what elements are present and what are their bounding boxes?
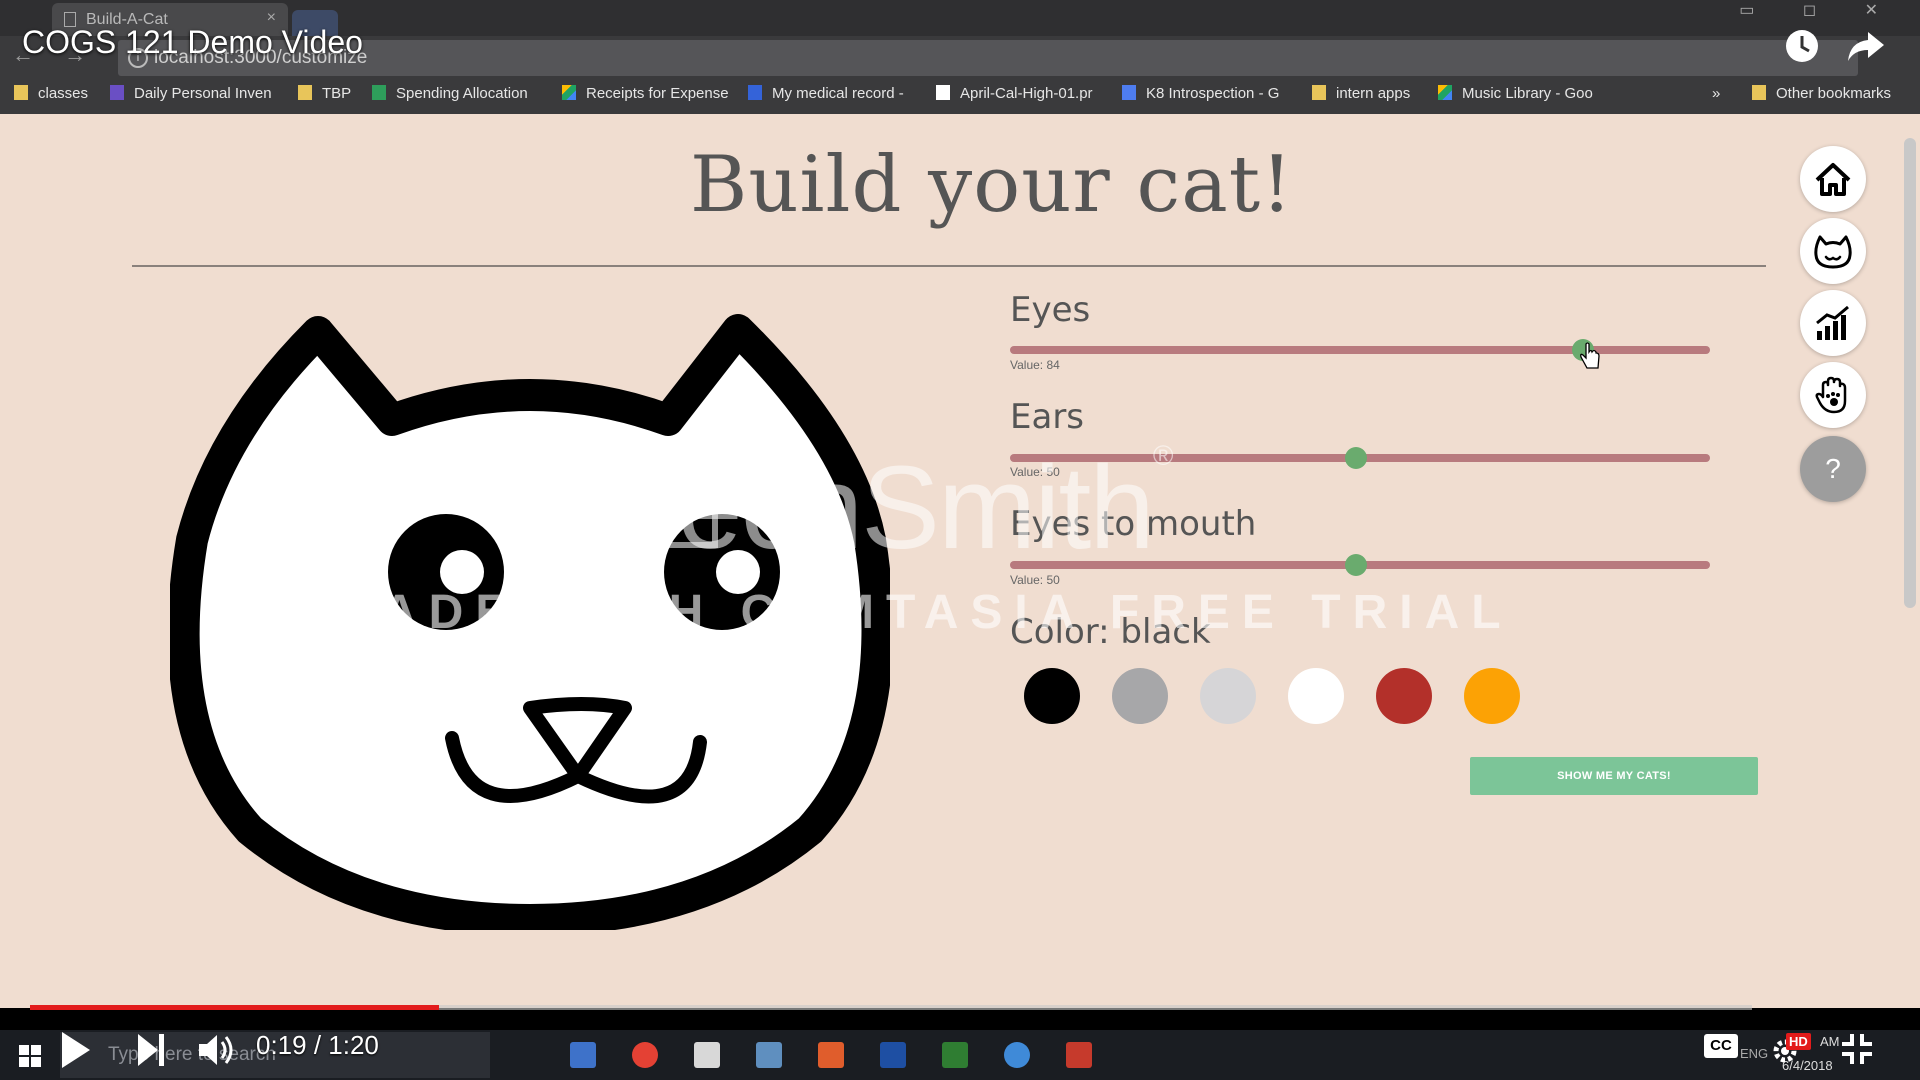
- paw-hand-icon: [1815, 376, 1847, 414]
- slider-track-eyes[interactable]: [1010, 346, 1710, 354]
- hand-cursor-icon: [1580, 342, 1600, 369]
- color-swatch-orange[interactable]: [1464, 668, 1520, 724]
- bookmark-item[interactable]: classes: [14, 85, 88, 105]
- volume-icon[interactable]: [196, 1030, 236, 1070]
- video-progress-played[interactable]: [30, 1005, 439, 1010]
- bookmark-item[interactable]: Receipts for Expense: [562, 85, 729, 105]
- folder-icon: [14, 85, 28, 100]
- other-bookmarks[interactable]: Other bookmarks: [1752, 85, 1891, 105]
- camtasia-icon[interactable]: [942, 1042, 968, 1068]
- next-video-icon[interactable]: [136, 1032, 166, 1068]
- watch-later-icon[interactable]: [1784, 28, 1820, 64]
- photoshop-elements-icon[interactable]: [880, 1042, 906, 1068]
- help-button[interactable]: ?: [1800, 436, 1866, 502]
- video-title[interactable]: COGS 121 Demo Video: [22, 24, 363, 61]
- address-bar[interactable]: i localhost:3000/customize: [118, 40, 1858, 76]
- bookmark-item[interactable]: My medical record -: [748, 85, 904, 105]
- folder-icon: [1752, 85, 1766, 100]
- chart-icon: [1816, 305, 1849, 340]
- folder-icon: [298, 85, 312, 100]
- bookmarks-bar: classes Daily Personal Inven TBP Spendin…: [0, 76, 1920, 114]
- hd-badge: HD: [1786, 1033, 1811, 1050]
- bookmark-item[interactable]: Spending Allocation: [372, 85, 528, 105]
- slider-label-ears: Ears: [1010, 397, 1085, 437]
- scrollbar-thumb[interactable]: [1904, 138, 1916, 608]
- bookmark-item[interactable]: April-Cal-High-01.pr: [936, 85, 1093, 105]
- nav-cat-button[interactable]: [1800, 218, 1866, 284]
- camtasia-recorder-icon[interactable]: [1066, 1042, 1092, 1068]
- color-swatch-light-gray[interactable]: [1200, 668, 1256, 724]
- slider-value-eyes: Value: 84: [1010, 358, 1060, 372]
- bookmark-item[interactable]: Music Library - Goo: [1438, 85, 1593, 105]
- slider-knob-ears[interactable]: [1345, 447, 1367, 469]
- window-controls[interactable]: ▭ ◻ ✕: [1739, 0, 1900, 20]
- title-divider: [132, 265, 1766, 267]
- watermark-brand: TechSmith®: [620, 440, 1173, 574]
- home-icon: [1815, 163, 1851, 196]
- explorer-icon[interactable]: [570, 1042, 596, 1068]
- show-my-cats-button[interactable]: SHOW ME MY CATS!: [1470, 757, 1758, 795]
- color-swatch-red[interactable]: [1376, 668, 1432, 724]
- play-icon[interactable]: [58, 1030, 92, 1070]
- watermark-line: MADE WITH CAMTASIA FREE TRIAL: [330, 586, 1513, 639]
- bookmark-item[interactable]: TBP: [298, 85, 351, 105]
- fullscreen-exit-icon[interactable]: [1840, 1032, 1874, 1066]
- list-icon: [110, 85, 124, 100]
- cat-face-icon: [1814, 235, 1852, 269]
- video-time: 0:19 / 1:20: [256, 1030, 379, 1060]
- chrome-icon[interactable]: [632, 1042, 658, 1068]
- search-app-icon[interactable]: [1004, 1042, 1030, 1068]
- color-swatch-black[interactable]: [1024, 668, 1080, 724]
- color-swatch-white[interactable]: [1288, 668, 1344, 724]
- windows-start-icon[interactable]: [18, 1044, 42, 1068]
- clock-ampm[interactable]: AM: [1820, 1034, 1840, 1049]
- slider-knob-eyes-to-mouth[interactable]: [1345, 554, 1367, 576]
- taskbar-search-placeholder: Type here to search: [108, 1044, 276, 1065]
- notes-icon[interactable]: [694, 1042, 720, 1068]
- git-icon[interactable]: [818, 1042, 844, 1068]
- bookmarks-overflow[interactable]: »: [1712, 85, 1720, 105]
- bookmark-item[interactable]: Daily Personal Inven: [110, 85, 272, 105]
- app-icon[interactable]: [756, 1042, 782, 1068]
- drive-icon: [562, 85, 576, 100]
- docs-icon: [1122, 85, 1136, 100]
- bookmark-item[interactable]: K8 Introspection - G: [1122, 85, 1279, 105]
- captions-icon[interactable]: CC: [1704, 1034, 1738, 1058]
- nav-paw-button[interactable]: [1800, 362, 1866, 428]
- medical-icon: [748, 85, 762, 100]
- slider-label-eyes: Eyes: [1010, 290, 1091, 330]
- nav-stats-button[interactable]: [1800, 290, 1866, 356]
- bookmark-item[interactable]: intern apps: [1312, 85, 1410, 105]
- color-swatch-gray[interactable]: [1112, 668, 1168, 724]
- language-indicator[interactable]: ENG: [1740, 1046, 1768, 1061]
- folder-icon: [1312, 85, 1326, 100]
- sheet-icon: [372, 85, 386, 100]
- drive-icon: [1438, 85, 1452, 100]
- document-icon: [936, 85, 950, 100]
- page-title: Build your cat!: [690, 140, 1294, 230]
- share-icon[interactable]: [1846, 28, 1886, 64]
- nav-home-button[interactable]: [1800, 146, 1866, 212]
